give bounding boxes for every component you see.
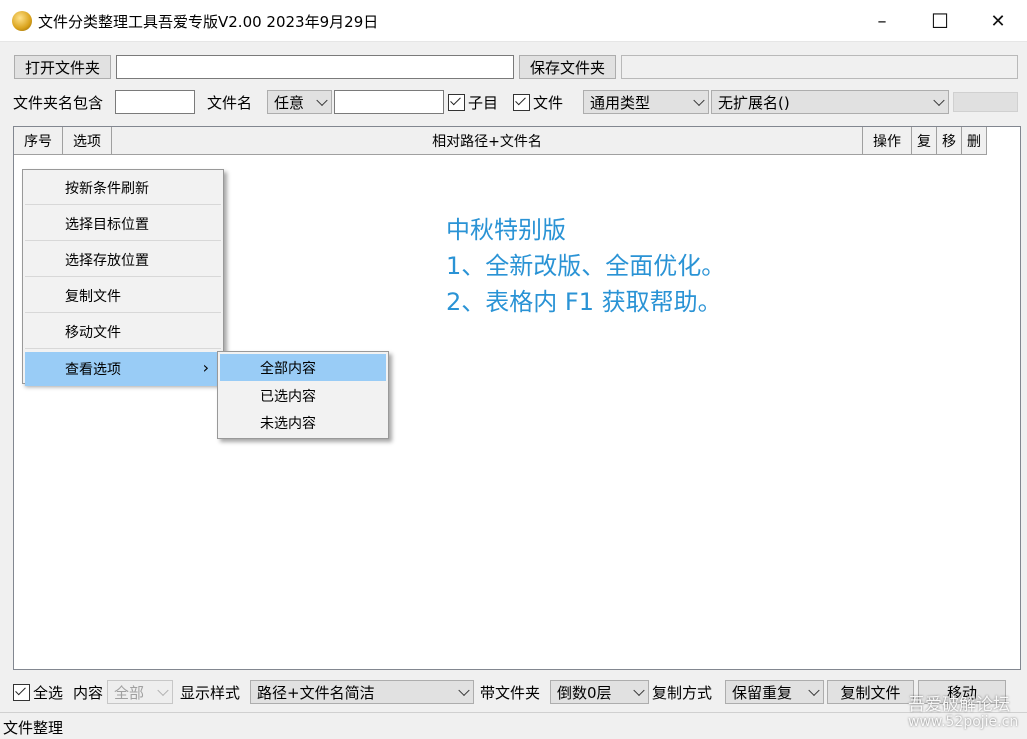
subdir-label: 子目	[468, 94, 499, 112]
content-select[interactable]: 全部	[107, 680, 173, 704]
extension-select-value: 无扩展名()	[718, 93, 790, 112]
minimize-button[interactable]: –	[853, 0, 911, 42]
menu-item-select-target[interactable]: 选择目标位置	[25, 207, 221, 241]
filename-input[interactable]	[334, 90, 444, 114]
watermark-title: 吾爱破解论坛	[908, 695, 1010, 715]
display-style-label: 显示样式	[180, 684, 241, 702]
chevron-down-icon	[933, 94, 945, 107]
context-submenu: 全部内容 已选内容 未选内容	[217, 351, 389, 439]
context-menu: 按新条件刷新 选择目标位置 选择存放位置 复制文件 移动文件 查看选项 ›	[22, 169, 224, 386]
copy-mode-label: 复制方式	[652, 684, 713, 702]
status-text: 文件整理	[3, 719, 64, 737]
checkbox-checked-icon	[13, 684, 30, 701]
display-style-value: 路径+文件名简洁	[257, 683, 375, 702]
chevron-down-icon	[808, 684, 820, 697]
window-title: 文件分类整理工具吾爱专版V2.00 2023年9月29日	[38, 13, 379, 31]
chevron-down-icon	[316, 94, 328, 107]
filename-label: 文件名	[207, 94, 253, 112]
release-note: 中秋特别版 1、全新改版、全面优化。 2、表格内 F1 获取帮助。	[446, 212, 725, 320]
subdir-checkbox[interactable]: 子目	[448, 93, 508, 112]
submenu-item-all[interactable]: 全部内容	[220, 354, 386, 381]
copy-files-button[interactable]: 复制文件	[827, 680, 914, 704]
file-label: 文件	[533, 94, 564, 112]
with-folder-select[interactable]: 倒数0层	[550, 680, 649, 704]
menu-item-move-files[interactable]: 移动文件	[25, 315, 221, 349]
select-all-checkbox[interactable]: 全选	[13, 683, 69, 702]
menu-item-copy-files[interactable]: 复制文件	[25, 279, 221, 313]
menu-item-view-options-label: 查看选项	[65, 362, 121, 378]
display-style-select[interactable]: 路径+文件名简洁	[250, 680, 474, 704]
submenu-item-selected[interactable]: 已选内容	[220, 382, 386, 409]
chevron-right-icon: ›	[202, 358, 209, 377]
with-folder-value: 倒数0层	[557, 683, 612, 702]
release-note-line: 中秋特别版	[446, 216, 566, 244]
content-label: 内容	[73, 684, 104, 702]
type-select-value: 通用类型	[590, 93, 651, 112]
copy-mode-value: 保留重复	[732, 683, 793, 702]
type-select[interactable]: 通用类型	[583, 90, 709, 114]
maximize-button[interactable]: ☐	[911, 0, 969, 42]
app-icon	[12, 11, 32, 31]
release-note-line: 2、表格内 F1 获取帮助。	[446, 288, 722, 316]
filename-mode-select[interactable]: 任意	[267, 90, 332, 114]
watermark-url: www.52pojie.cn	[908, 714, 1019, 730]
checkbox-checked-icon	[448, 94, 465, 111]
select-all-label: 全选	[33, 684, 64, 702]
file-checkbox[interactable]: 文件	[513, 93, 573, 112]
chevron-down-icon	[693, 94, 705, 107]
status-bar: 文件整理	[0, 712, 1027, 739]
col-header-option[interactable]: 选项	[63, 127, 112, 155]
extension-select[interactable]: 无扩展名()	[711, 90, 949, 114]
col-header-delete[interactable]: 删	[962, 127, 987, 155]
col-header-action[interactable]: 操作	[863, 127, 912, 155]
extension-extra-field[interactable]	[953, 92, 1018, 112]
menu-item-refresh[interactable]: 按新条件刷新	[25, 171, 221, 205]
close-button[interactable]: ✕	[969, 0, 1027, 42]
menu-item-select-storage[interactable]: 选择存放位置	[25, 243, 221, 277]
chevron-down-icon	[458, 684, 470, 697]
checkbox-checked-icon	[513, 94, 530, 111]
release-note-line: 1、全新改版、全面优化。	[446, 252, 726, 280]
with-folder-label: 带文件夹	[480, 684, 541, 702]
col-header-index[interactable]: 序号	[14, 127, 63, 155]
chevron-down-icon	[157, 684, 169, 697]
submenu-item-unselected[interactable]: 未选内容	[220, 409, 386, 436]
folder-name-contains-label: 文件夹名包含	[13, 94, 104, 112]
col-header-path[interactable]: 相对路径+文件名	[112, 127, 863, 155]
content-select-value: 全部	[114, 683, 145, 702]
col-header-move[interactable]: 移	[937, 127, 962, 155]
save-folder-button[interactable]: 保存文件夹	[519, 55, 616, 79]
open-folder-button[interactable]: 打开文件夹	[14, 55, 111, 79]
folder-name-input[interactable]	[115, 90, 195, 114]
title-bar: 文件分类整理工具吾爱专版V2.00 2023年9月29日 – ☐ ✕	[0, 0, 1027, 42]
menu-item-view-options[interactable]: 查看选项 ›	[25, 352, 221, 386]
copy-mode-select[interactable]: 保留重复	[725, 680, 824, 704]
filename-mode-value: 任意	[274, 93, 305, 112]
save-folder-path-input[interactable]	[621, 55, 1018, 79]
chevron-down-icon	[633, 684, 645, 697]
col-header-copy[interactable]: 复	[912, 127, 937, 155]
open-folder-path-input[interactable]	[116, 55, 514, 79]
